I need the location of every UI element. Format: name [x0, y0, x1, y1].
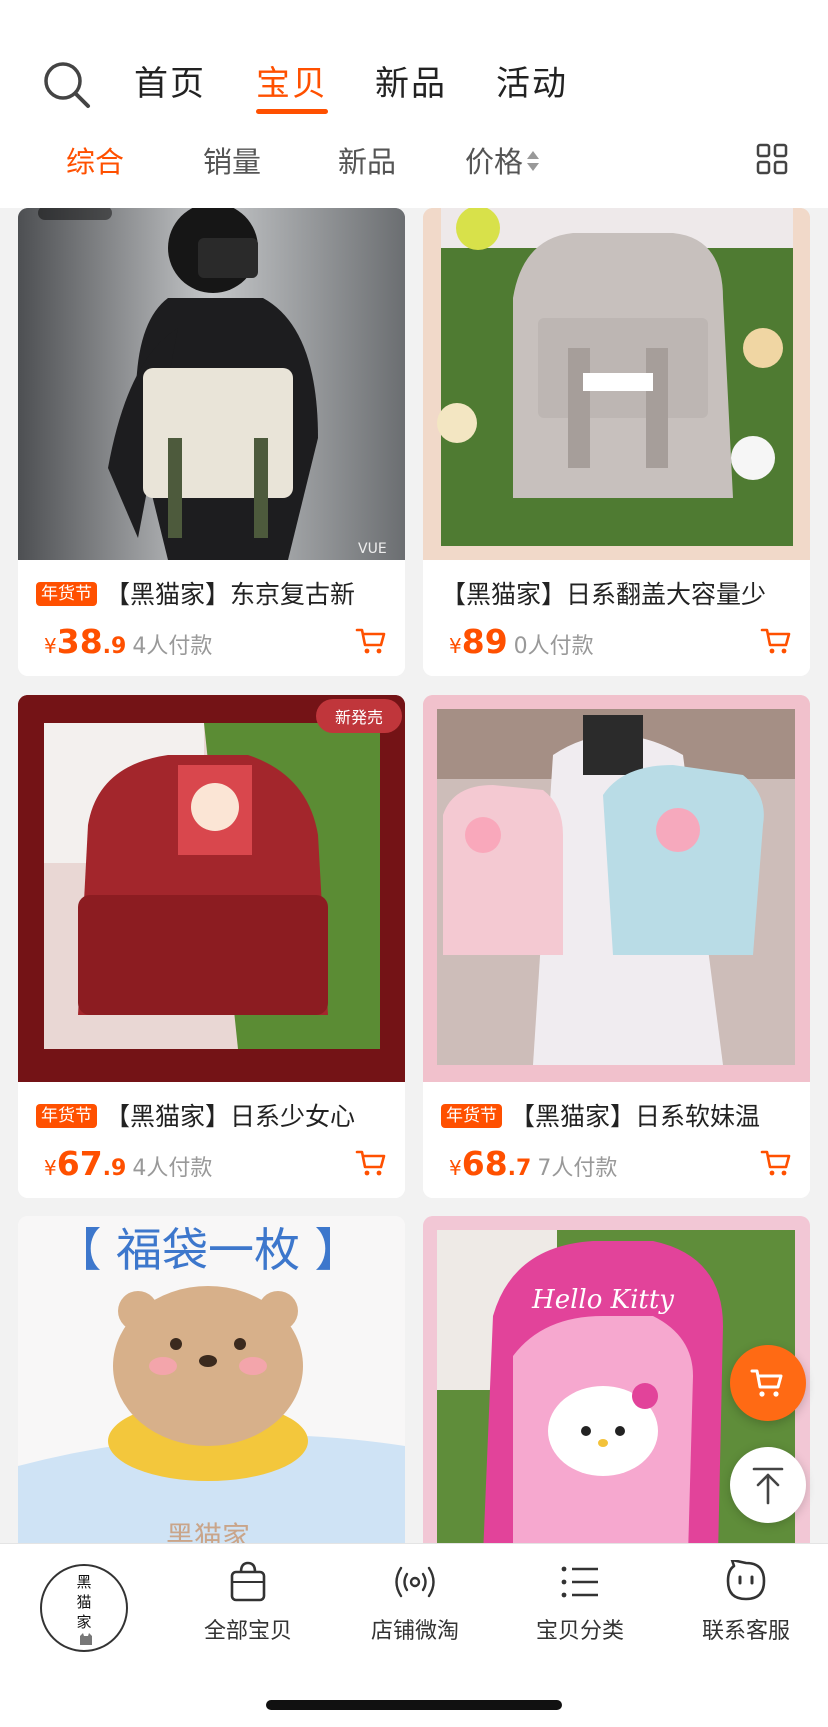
- tab-activities[interactable]: 活动: [496, 62, 568, 106]
- grid-view-icon[interactable]: [756, 143, 788, 175]
- sold-count: 4人付款: [132, 1156, 213, 1181]
- arrow-up-icon: [752, 1467, 784, 1505]
- product-card[interactable]: VUE 年货节 【黑猫家】东京复古新 ¥38.9 4人付款: [18, 208, 405, 676]
- product-title-row: 年货节 【黑猫家】日系软妹温: [441, 1100, 800, 1134]
- image-brand-text: Hello Kitty: [531, 1285, 674, 1315]
- product-title-row: 年货节 【黑猫家】东京复古新: [36, 578, 395, 612]
- product-card[interactable]: 新発売 年货节 【黑猫家】日系少女心 ¥67.9 4人付款: [18, 695, 405, 1198]
- price-row: ¥89 0人付款: [449, 622, 594, 662]
- logo-char: 猫: [76, 1593, 92, 1611]
- cart-icon: [750, 1369, 783, 1397]
- sort-bar: 综合 销量 新品 价格: [0, 118, 828, 208]
- sold-count: 7人付款: [537, 1156, 618, 1181]
- tab-new[interactable]: 新品: [375, 62, 447, 106]
- product-card[interactable]: 【黑猫家】日系翻盖大容量少 ¥89 0人付款: [423, 208, 810, 676]
- currency-symbol: ¥: [449, 634, 462, 658]
- product-card[interactable]: 年货节 【黑猫家】日系软妹温 ¥68.7 7人付款: [423, 695, 810, 1198]
- tab-label: 联系客服: [701, 1619, 790, 1644]
- price-row: ¥68.7 7人付款: [449, 1144, 617, 1184]
- product-image[interactable]: [423, 208, 810, 560]
- image-subtext: 黑猫家: [166, 1520, 250, 1543]
- product-title: 【黑猫家】东京复古新: [105, 580, 356, 609]
- cat-icon: [80, 1633, 92, 1645]
- sold-count: 0人付款: [513, 634, 594, 659]
- add-to-cart-icon[interactable]: [355, 626, 387, 656]
- currency-symbol: ¥: [449, 1156, 462, 1180]
- price-row: ¥38.9 4人付款: [44, 622, 212, 662]
- price-decimal: .9: [102, 634, 127, 659]
- product-title: 【黑猫家】日系少女心: [105, 1102, 356, 1131]
- bag-icon: [230, 1561, 266, 1602]
- tab-products[interactable]: 宝贝: [256, 62, 328, 114]
- product-title-row: 【黑猫家】日系翻盖大容量少: [441, 578, 800, 612]
- sort-sales[interactable]: 销量: [203, 142, 261, 182]
- price-integer: 67: [56, 1144, 103, 1183]
- tab-all-products[interactable]: 全部宝贝: [173, 1560, 323, 1670]
- add-to-cart-icon[interactable]: [760, 1148, 792, 1178]
- currency-symbol: ¥: [44, 634, 57, 658]
- product-title-row: 年货节 【黑猫家】日系少女心: [36, 1100, 395, 1134]
- price-decimal: .9: [102, 1156, 127, 1181]
- watermark-text: VUE: [358, 541, 387, 557]
- tab-home[interactable]: 首页: [134, 62, 206, 106]
- product-info: 年货节 【黑猫家】东京复古新 ¥38.9 4人付款: [18, 560, 405, 676]
- logo-char: 黑: [76, 1573, 92, 1591]
- sort-comprehensive[interactable]: 综合: [66, 142, 124, 182]
- list-icon: [561, 1566, 598, 1598]
- promo-badge: 年货节: [36, 1104, 97, 1128]
- price-row: ¥67.9 4人付款: [44, 1144, 212, 1184]
- product-title: 【黑猫家】日系翻盖大容量少: [441, 580, 767, 609]
- search-icon[interactable]: [42, 60, 92, 110]
- tab-categories[interactable]: 宝贝分类: [505, 1560, 655, 1670]
- home-indicator: [266, 1700, 562, 1710]
- product-info: 【黑猫家】日系翻盖大容量少 ¥89 0人付款: [423, 560, 810, 676]
- sort-new[interactable]: 新品: [338, 142, 396, 182]
- top-navigation: 首页 宝贝 新品 活动: [0, 0, 828, 118]
- product-card[interactable]: 【 福袋一枚 】 黑猫家: [18, 1216, 405, 1543]
- product-grid: VUE 年货节 【黑猫家】东京复古新 ¥38.9 4人付款 【黑猫家】日系翻盖大…: [0, 208, 828, 1543]
- price-integer: 89: [461, 622, 508, 661]
- product-title: 【黑猫家】日系软妹温: [510, 1102, 761, 1131]
- image-headline: 【 福袋一枚 】: [55, 1223, 360, 1277]
- add-to-cart-icon[interactable]: [760, 626, 792, 656]
- promo-badge: 年货节: [36, 582, 97, 606]
- tab-label: 宝贝分类: [535, 1619, 624, 1644]
- tab-label: 店铺微淘: [370, 1619, 459, 1644]
- logo-char: 家: [76, 1613, 92, 1631]
- price-integer: 68: [461, 1144, 508, 1183]
- tab-customer-service[interactable]: 联系客服: [671, 1560, 821, 1670]
- sort-arrows-icon: [527, 151, 539, 171]
- currency-symbol: ¥: [44, 1156, 57, 1180]
- shop-logo[interactable]: 黑 猫 家: [40, 1564, 128, 1652]
- price-integer: 38: [56, 622, 103, 661]
- product-info: 年货节 【黑猫家】日系少女心 ¥67.9 4人付款: [18, 1082, 405, 1198]
- product-image[interactable]: 新発売: [18, 695, 405, 1082]
- promo-badge: 年货节: [441, 1104, 502, 1128]
- tab-shop-feed[interactable]: 店铺微淘: [340, 1560, 490, 1670]
- sold-count: 4人付款: [132, 634, 213, 659]
- product-info: 年货节 【黑猫家】日系软妹温 ¥68.7 7人付款: [423, 1082, 810, 1198]
- new-release-tag: 新発売: [335, 708, 383, 727]
- broadcast-icon: [395, 1566, 435, 1598]
- product-image[interactable]: VUE: [18, 208, 405, 560]
- tab-label: 全部宝贝: [203, 1619, 292, 1644]
- sort-price[interactable]: 价格: [465, 142, 523, 182]
- back-to-top-button[interactable]: [730, 1447, 806, 1523]
- add-to-cart-icon[interactable]: [355, 1148, 387, 1178]
- chat-face-icon: [726, 1560, 766, 1601]
- product-image[interactable]: [423, 695, 810, 1082]
- price-decimal: .7: [507, 1156, 532, 1181]
- floating-cart-button[interactable]: [730, 1345, 806, 1421]
- product-image[interactable]: 【 福袋一枚 】 黑猫家: [18, 1216, 405, 1543]
